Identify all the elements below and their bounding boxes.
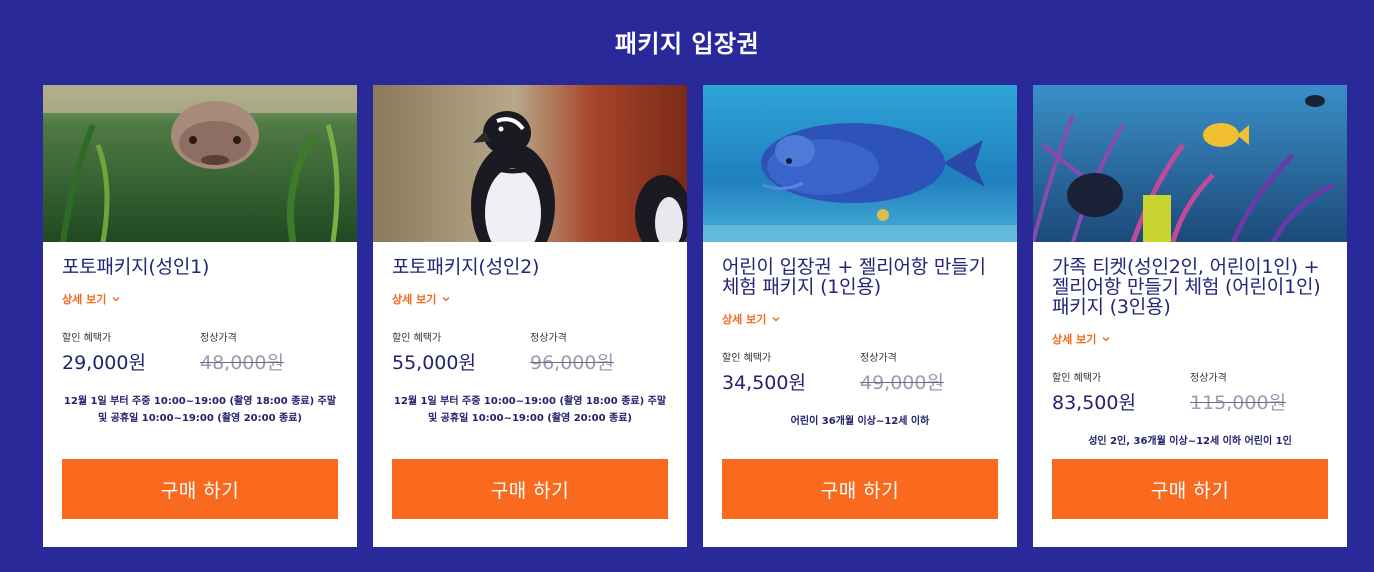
chevron-down-icon (1102, 337, 1110, 342)
detail-toggle[interactable]: 상세 보기 (62, 291, 120, 307)
chevron-down-icon (772, 317, 780, 322)
original-price-label: 정상가격 (1190, 373, 1227, 384)
original-price: 115,000원 (1190, 392, 1287, 414)
section-title: 패키지 입장권 (614, 30, 760, 58)
buy-button[interactable]: 구매 하기 (62, 459, 338, 519)
detail-toggle[interactable]: 상세 보기 (1052, 331, 1110, 347)
package-card: 어린이 입장권 + 젤리어항 만들기 체험 패키지 (1인용) 상세 보기 할인… (703, 85, 1017, 547)
card-note: 성인 2인, 36개월 이상~12세 이하 어린이 1인 (1088, 436, 1292, 447)
original-price: 48,000원 (200, 352, 284, 374)
original-price-label: 정상가격 (200, 333, 237, 344)
card-title: 가족 티켓(성인2인, 어린이1인) + 젤리어항 만들기 체험 (어린이1인)… (1052, 256, 1321, 318)
buy-button[interactable]: 구매 하기 (1052, 459, 1328, 519)
sale-price: 55,000원 (392, 352, 476, 374)
detail-label: 상세 보기 (722, 313, 767, 326)
detail-label: 상세 보기 (392, 293, 437, 306)
sale-price: 34,500원 (722, 372, 806, 394)
sale-price: 29,000원 (62, 352, 146, 374)
original-price-label: 정상가격 (860, 353, 897, 364)
card-note: 12월 1일 부터 주중 10:00~19:00 (촬영 18:00 종료) 주… (393, 396, 667, 424)
original-price: 96,000원 (530, 352, 614, 374)
card-title: 포토패키지(성인2) (392, 256, 540, 278)
sale-price-label: 할인 혜택가 (62, 333, 112, 344)
detail-label: 상세 보기 (62, 293, 107, 306)
buy-button[interactable]: 구매 하기 (722, 459, 998, 519)
card-note: 12월 1일 부터 주중 10:00~19:00 (촬영 18:00 종료) 주… (63, 396, 337, 424)
sale-price-label: 할인 혜택가 (1052, 373, 1102, 384)
blue-fish-image (703, 85, 1017, 242)
package-card: 가족 티켓(성인2인, 어린이1인) + 젤리어항 만들기 체험 (어린이1인)… (1033, 85, 1347, 547)
card-note: 어린이 36개월 이상~12세 이하 (790, 416, 930, 427)
detail-toggle[interactable]: 상세 보기 (722, 311, 780, 327)
card-title: 포토패키지(성인1) (62, 256, 210, 278)
card-title: 어린이 입장권 + 젤리어항 만들기 체험 패키지 (1인용) (722, 256, 986, 298)
buy-button[interactable]: 구매 하기 (392, 459, 668, 519)
original-price: 49,000원 (860, 372, 944, 394)
sale-price-label: 할인 혜택가 (722, 353, 772, 364)
sale-price-label: 할인 혜택가 (392, 333, 442, 344)
package-card: 포토패키지(성인2) 상세 보기 할인 혜택가 55,000원 정상가격 96,… (373, 85, 687, 547)
sale-price: 83,500원 (1052, 392, 1136, 414)
fish-underwater-image (43, 85, 357, 242)
original-price-label: 정상가격 (530, 333, 567, 344)
coral-reef-image (1033, 85, 1347, 242)
package-card: 포토패키지(성인1) 상세 보기 할인 혜택가 29,000원 정상가격 48,… (43, 85, 357, 547)
detail-toggle[interactable]: 상세 보기 (392, 291, 450, 307)
detail-label: 상세 보기 (1052, 333, 1097, 346)
chevron-down-icon (112, 297, 120, 302)
penguin-image (373, 85, 687, 242)
chevron-down-icon (442, 297, 450, 302)
